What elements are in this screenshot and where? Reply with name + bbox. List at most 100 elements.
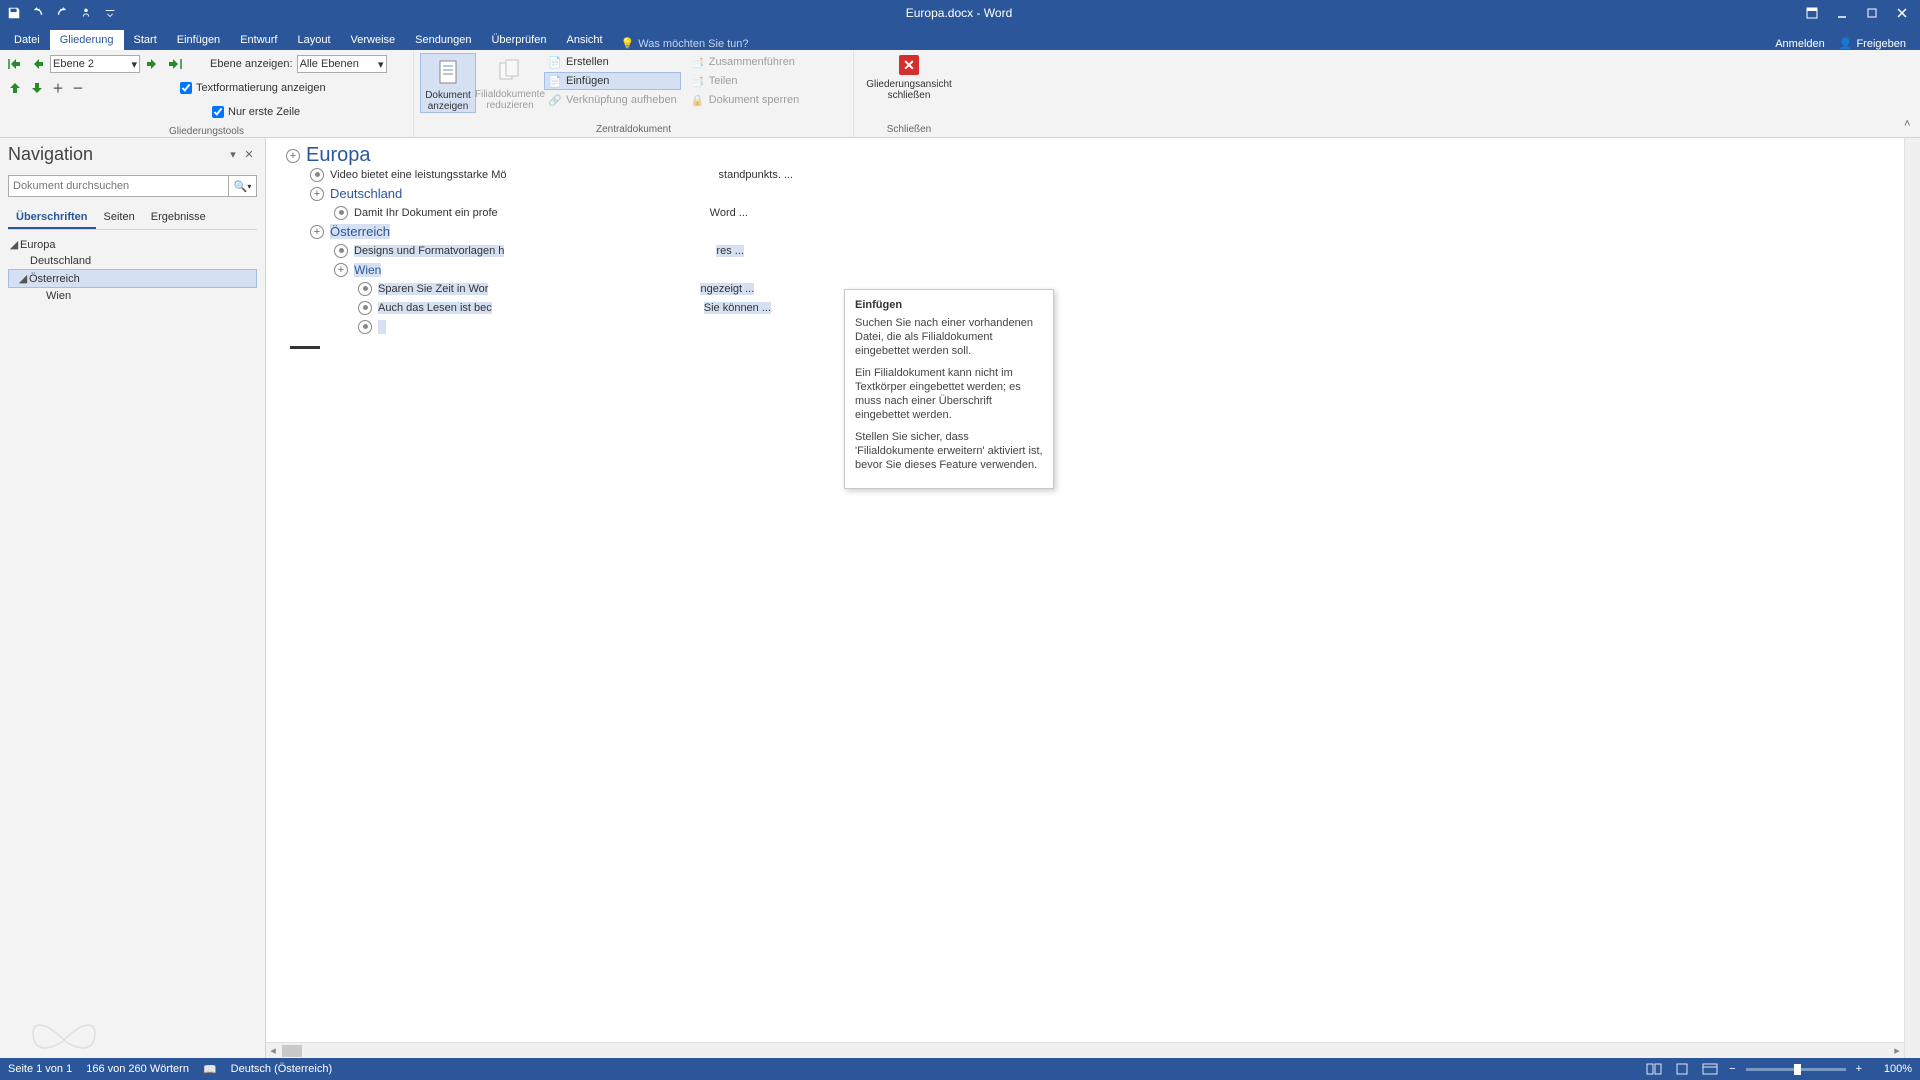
nav-tab-results[interactable]: Ergebnisse (143, 207, 214, 229)
share-button[interactable]: 👤 Freigeben (1839, 37, 1906, 50)
outline-handle[interactable] (358, 282, 372, 296)
nav-tab-headings[interactable]: Überschriften (8, 207, 96, 229)
insert-subdocument-button[interactable]: 📄Einfügen (544, 72, 681, 90)
vertical-scrollbar[interactable] (1904, 138, 1920, 1058)
tab-references[interactable]: Verweise (341, 30, 406, 50)
ribbon-display-options-icon[interactable] (1798, 3, 1826, 23)
tree-collapse-icon[interactable]: ◢ (17, 272, 29, 285)
touch-mode-icon[interactable] (76, 3, 96, 23)
zoom-value[interactable]: 100% (1872, 1063, 1912, 1075)
show-text-formatting-checkbox[interactable]: Textformatierung anzeigen (180, 79, 326, 97)
tree-item-europa[interactable]: ◢Europa (8, 236, 257, 253)
move-down-button[interactable] (28, 79, 46, 97)
promote-button[interactable] (28, 55, 46, 73)
tab-mailings[interactable]: Sendungen (405, 30, 481, 50)
outline-handle[interactable] (310, 225, 324, 239)
show-level-select[interactable]: Alle Ebenen▾ (297, 55, 387, 73)
body-text[interactable]: Designs und Formatvorlagen h (354, 245, 504, 257)
heading2-oesterreich[interactable]: Österreich (330, 224, 390, 239)
ribbon-tabs: Datei Gliederung Start Einfügen Entwurf … (0, 26, 1920, 50)
nav-tab-pages[interactable]: Seiten (96, 207, 143, 229)
tree-collapse-icon[interactable]: ◢ (8, 238, 20, 251)
proofing-icon[interactable]: 📖 (203, 1063, 217, 1076)
zoom-in-icon[interactable]: + (1856, 1063, 1862, 1075)
tree-item-deutschland[interactable]: Deutschland (8, 253, 257, 269)
document-icon (432, 56, 464, 88)
outline-level-select[interactable]: Ebene 2▾ (50, 55, 140, 73)
tooltip-text: Suchen Sie nach einer vorhandenen Datei,… (855, 316, 1043, 358)
undo-icon[interactable] (28, 3, 48, 23)
lock-icon: 🔒 (691, 93, 705, 107)
read-mode-icon[interactable] (1645, 1061, 1663, 1077)
tab-outline[interactable]: Gliederung (50, 29, 124, 50)
scroll-thumb[interactable] (282, 1045, 302, 1057)
search-button[interactable]: 🔍▾ (229, 175, 257, 197)
promote-to-heading1-button[interactable] (6, 55, 24, 73)
maximize-icon[interactable] (1858, 3, 1886, 23)
first-line-only-checkbox[interactable]: Nur erste Zeile (212, 103, 300, 121)
zoom-thumb[interactable] (1794, 1064, 1801, 1075)
zoom-out-icon[interactable]: − (1729, 1063, 1735, 1075)
outline-handle[interactable] (334, 263, 348, 277)
close-outline-view-button[interactable]: ✕ Gliederungsansicht schließen (864, 53, 954, 101)
collapse-button[interactable]: － (70, 80, 86, 96)
outline-handle[interactable] (358, 320, 372, 334)
collapse-ribbon-icon[interactable]: ˄ (1904, 118, 1918, 132)
save-icon[interactable] (4, 3, 24, 23)
zoom-slider[interactable] (1746, 1068, 1846, 1071)
outline-handle[interactable] (334, 244, 348, 258)
status-language[interactable]: Deutsch (Österreich) (231, 1063, 332, 1076)
move-up-button[interactable] (6, 79, 24, 97)
tree-item-wien[interactable]: Wien (8, 288, 257, 304)
heading3-wien[interactable]: Wien (354, 263, 381, 277)
search-input[interactable] (8, 175, 229, 197)
navigation-tree: ◢Europa Deutschland ◢Österreich Wien (0, 230, 265, 310)
outline-handle[interactable] (358, 301, 372, 315)
body-text[interactable]: Sparen Sie Zeit in Wor (378, 283, 488, 295)
demote-to-body-button[interactable] (166, 55, 184, 73)
qat-more-icon[interactable] (100, 3, 120, 23)
heading2-deutschland[interactable]: Deutschland (330, 186, 402, 201)
body-text[interactable]: Auch das Lesen ist bec (378, 302, 492, 314)
tab-layout[interactable]: Layout (287, 30, 340, 50)
show-document-button[interactable]: Dokument anzeigen (420, 53, 476, 113)
tell-me-search[interactable]: 💡 Was möchten Sie tun? (613, 37, 757, 50)
outline-handle[interactable] (334, 206, 348, 220)
pane-options-icon[interactable]: ▾ (225, 147, 241, 163)
outline-handle[interactable] (310, 168, 324, 182)
status-page[interactable]: Seite 1 von 1 (8, 1063, 72, 1076)
tab-insert[interactable]: Einfügen (167, 30, 230, 50)
navigation-title: Navigation (8, 144, 225, 165)
lock-document-button: 🔒Dokument sperren (687, 91, 804, 109)
body-text[interactable]: Damit Ihr Dokument ein profe (354, 207, 498, 219)
scroll-right-icon[interactable]: ▸ (1890, 1044, 1904, 1057)
tab-review[interactable]: Überprüfen (481, 30, 556, 50)
body-text[interactable]: Video bietet eine leistungsstarke Mö (330, 169, 507, 181)
horizontal-scrollbar[interactable]: ◂ ▸ (266, 1042, 1904, 1058)
outline-handle[interactable] (286, 149, 300, 163)
tab-view[interactable]: Ansicht (556, 30, 612, 50)
empty-line[interactable] (378, 320, 386, 334)
minimize-icon[interactable] (1828, 3, 1856, 23)
create-subdocument-button[interactable]: 📄Erstellen (544, 53, 681, 71)
tab-start[interactable]: Start (124, 30, 167, 50)
close-window-icon[interactable] (1888, 3, 1916, 23)
close-icon: ✕ (899, 55, 919, 75)
status-words[interactable]: 166 von 260 Wörtern (86, 1063, 189, 1076)
close-pane-icon[interactable]: ✕ (241, 147, 257, 163)
heading1-europa[interactable]: Europa (306, 144, 371, 167)
expand-button[interactable]: ＋ (50, 80, 66, 96)
demote-button[interactable] (144, 55, 162, 73)
tree-item-oesterreich[interactable]: ◢Österreich (8, 269, 257, 288)
tab-design[interactable]: Entwurf (230, 30, 287, 50)
redo-icon[interactable] (52, 3, 72, 23)
outline-handle[interactable] (310, 187, 324, 201)
web-layout-icon[interactable] (1701, 1061, 1719, 1077)
page-insert-icon: 📄 (548, 74, 562, 88)
scroll-left-icon[interactable]: ◂ (266, 1044, 280, 1057)
merge-icon: 📑 (691, 55, 705, 69)
sign-in-link[interactable]: Anmelden (1775, 38, 1825, 50)
tab-file[interactable]: Datei (4, 30, 50, 50)
unlink-icon: 🔗 (548, 93, 562, 107)
print-layout-icon[interactable] (1673, 1061, 1691, 1077)
